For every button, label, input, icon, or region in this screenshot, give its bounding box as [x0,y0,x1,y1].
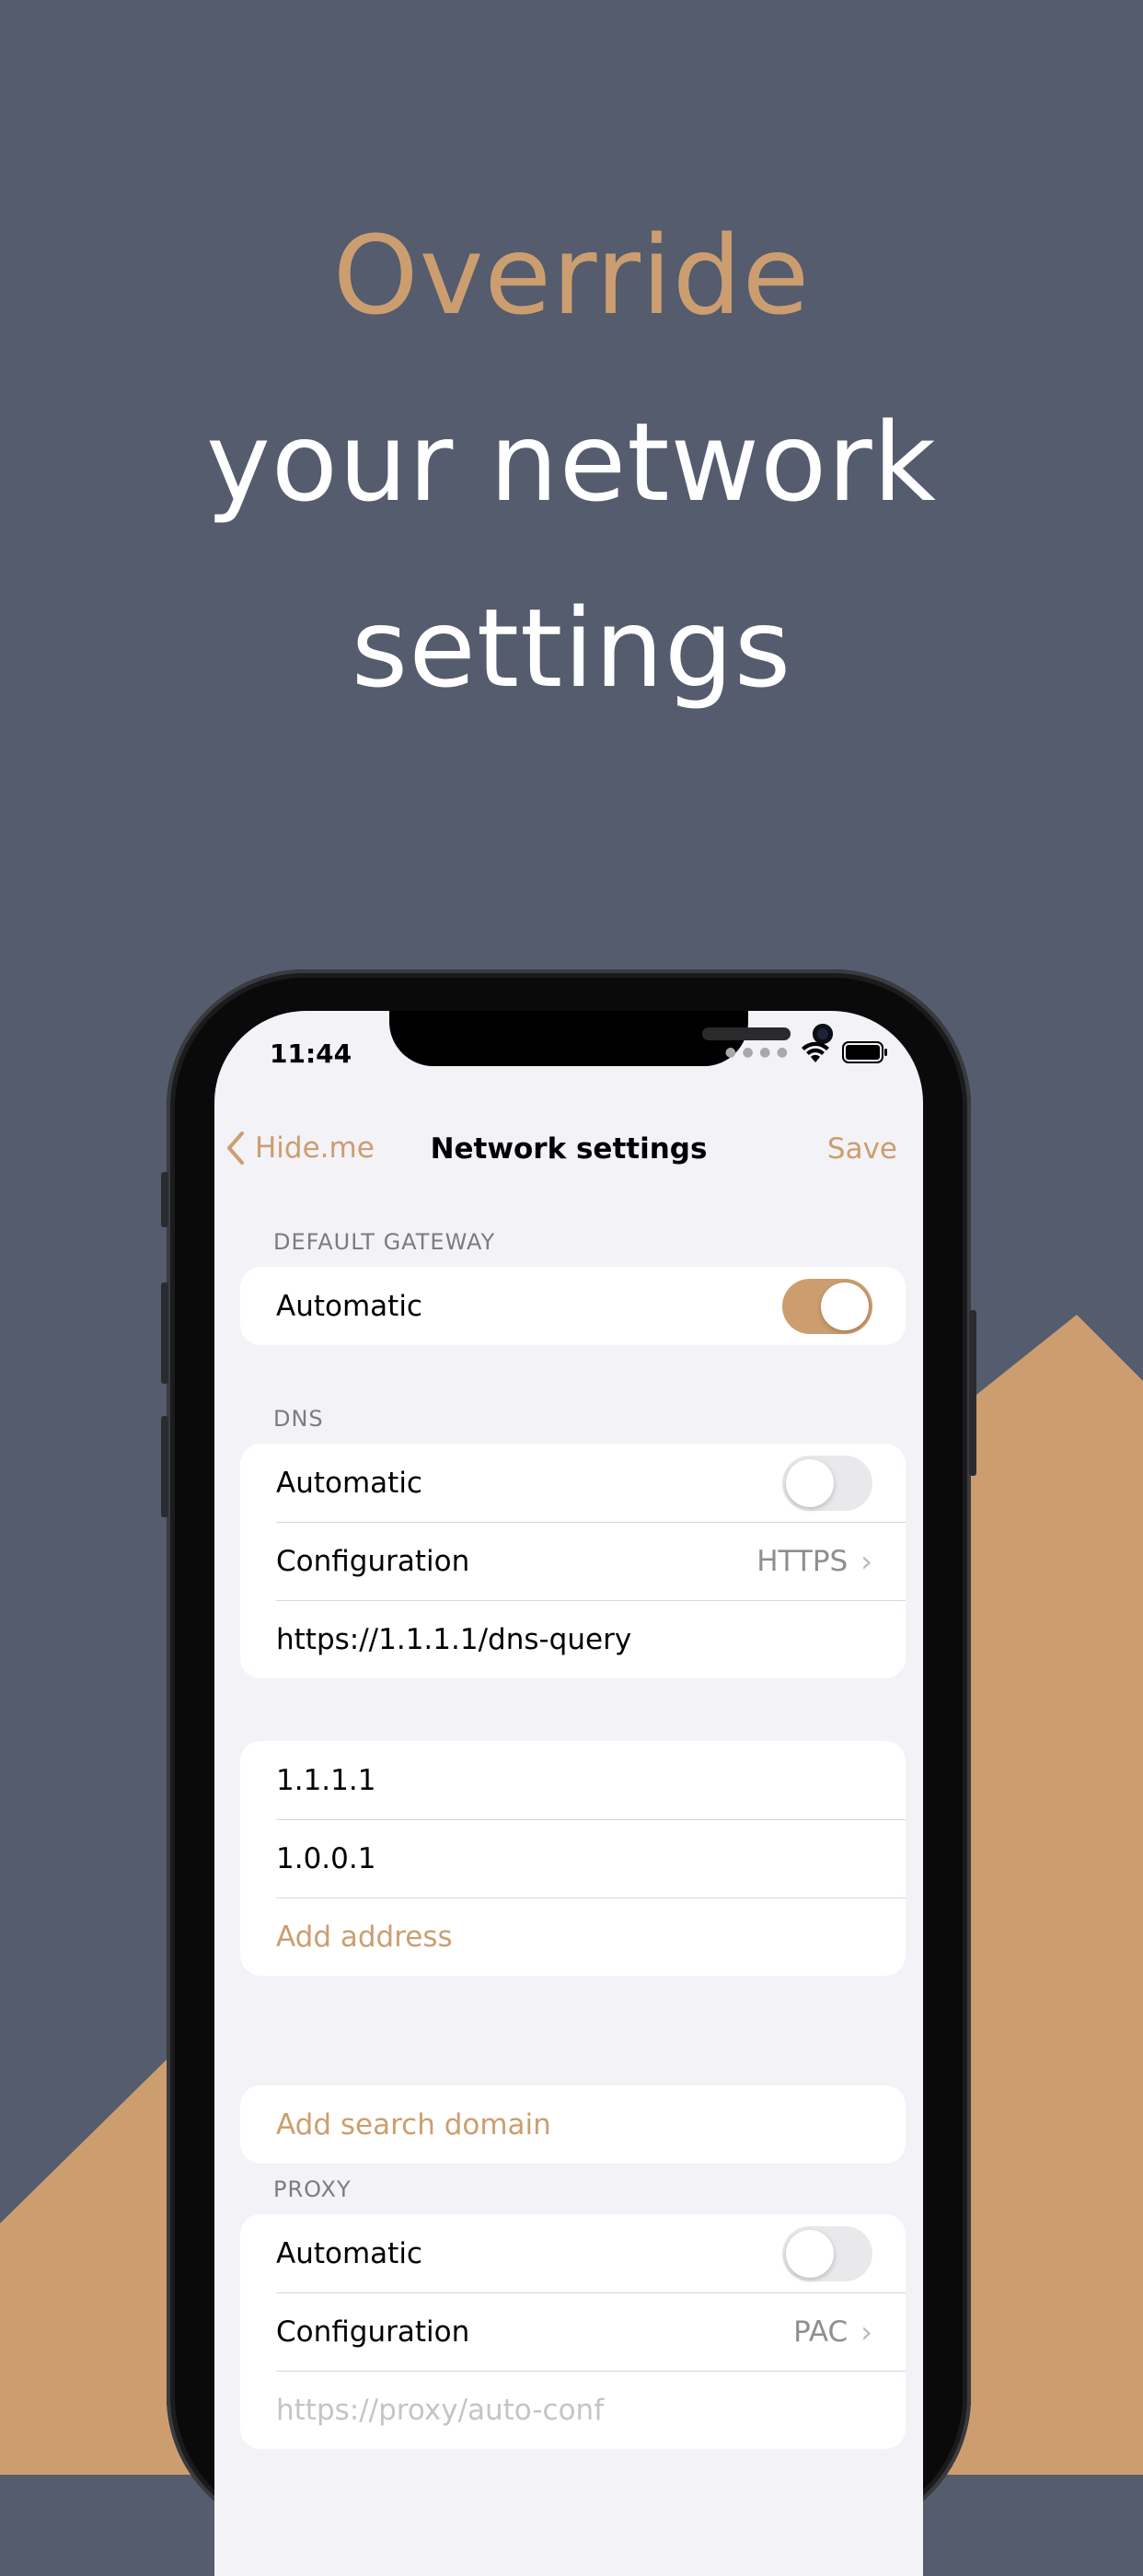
phone-volume-up [161,1282,168,1384]
toggle-knob [786,1458,834,1507]
page-title: Network settings [430,1132,708,1166]
headline-your-network: your network [205,399,938,526]
default-gateway-automatic-label: Automatic [276,1289,422,1323]
dns-addresses-group: 1.1.1.1 1.0.0.1 Add address [240,1741,906,1976]
add-address-label: Add address [276,1920,453,1954]
add-address-button[interactable]: Add address [240,1897,906,1976]
chevron-right-icon: › [860,2314,872,2350]
dns-group: Automatic Configuration HTTPS › https://… [240,1444,906,1678]
dns-automatic-toggle[interactable] [782,1455,872,1511]
dns-configuration-label: Configuration [276,1544,470,1578]
dns-address-value: 1.0.0.1 [276,1841,376,1875]
dns-url-field[interactable]: https://1.1.1.1/dns-query [240,1600,906,1678]
proxy-automatic-label: Automatic [276,2236,422,2270]
toggle-knob [786,2229,834,2278]
dns-address-row[interactable]: 1.0.0.1 [240,1819,906,1897]
phone-volume-down [161,1416,168,1517]
proxy-configuration-row[interactable]: Configuration PAC › [240,2292,906,2371]
wifi-icon [802,1041,829,1062]
phone-frame: 11:44 ● ● ● ● Hide.me Network settings S… [161,969,976,2576]
dns-automatic-label: Automatic [276,1466,422,1500]
proxy-configuration-label: Configuration [276,2315,470,2349]
proxy-automatic-row: Automatic [240,2214,906,2292]
headline-settings: settings [351,585,792,712]
section-header-proxy: PROXY [273,2176,352,2202]
save-button[interactable]: Save [827,1132,897,1166]
search-domain-group: Add search domain [240,2085,906,2164]
battery-icon [842,1041,887,1063]
proxy-automatic-toggle[interactable] [782,2225,872,2281]
proxy-configuration-value: PAC [793,2315,849,2349]
section-header-dns: DNS [273,1406,324,1432]
dns-address-value: 1.1.1.1 [276,1763,376,1797]
default-gateway-automatic-toggle[interactable] [782,1278,872,1334]
headline-override: Override [332,212,811,339]
phone-power-button [969,1310,976,1476]
chevron-right-icon: › [860,1543,872,1579]
signal-dots-icon: ● ● ● ● [724,1045,789,1060]
status-time: 11:44 [270,1039,352,1069]
notch [389,1011,833,1066]
add-search-domain-button[interactable]: Add search domain [240,2085,906,2164]
dns-configuration-value: HTTPS [756,1544,849,1578]
dns-configuration-row[interactable]: Configuration HTTPS › [240,1522,906,1600]
section-header-default-gateway: DEFAULT GATEWAY [273,1229,496,1255]
phone-screen: 11:44 ● ● ● ● Hide.me Network settings S… [214,1011,923,2576]
proxy-url-field[interactable]: https://proxy/auto-conf [240,2371,906,2449]
dns-url-value: https://1.1.1.1/dns-query [276,1622,632,1656]
add-search-domain-label: Add search domain [276,2107,551,2141]
default-gateway-automatic-row: Automatic [240,1267,906,1345]
default-gateway-group: Automatic [240,1267,906,1345]
dns-address-row[interactable]: 1.1.1.1 [240,1741,906,1819]
phone-side-button [161,1172,168,1227]
status-icons: ● ● ● ● [725,1039,888,1066]
proxy-url-placeholder: https://proxy/auto-conf [276,2393,605,2427]
proxy-group: Automatic Configuration PAC › https://pr… [240,2214,906,2449]
navigation-bar: Hide.me Network settings Save [214,1121,923,1177]
dns-automatic-row: Automatic [240,1444,906,1522]
toggle-knob [821,1282,869,1330]
